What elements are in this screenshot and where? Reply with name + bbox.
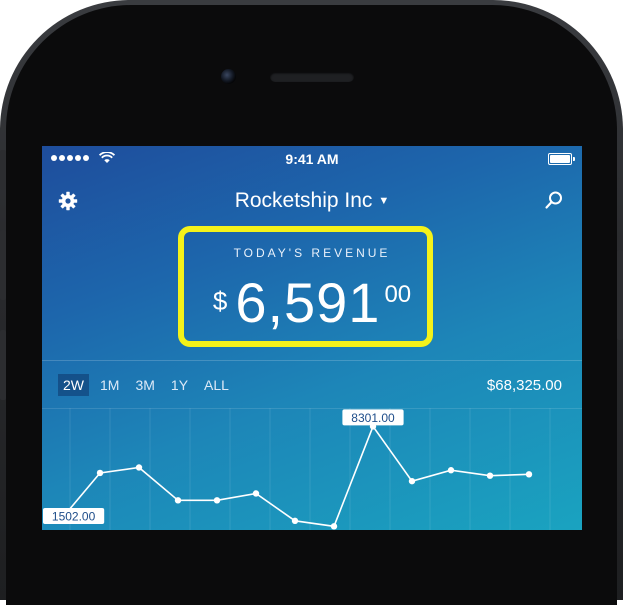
revenue-amount: $6,591 00 <box>42 270 582 335</box>
range-tab-1m[interactable]: 1M <box>95 374 124 396</box>
company-selector[interactable]: Rocketship Inc ▼ <box>42 189 582 213</box>
battery-icon <box>548 153 575 165</box>
status-bar: 9:41 AM <box>42 146 582 172</box>
nav-bar: Rocketship Inc ▼ <box>42 182 582 218</box>
search-icon[interactable] <box>544 190 564 210</box>
revenue-currency: $ <box>212 286 228 316</box>
data-point[interactable] <box>408 477 416 485</box>
data-point[interactable] <box>447 467 455 474</box>
status-time: 9:41 AM <box>285 151 339 167</box>
revenue-label: TODAY'S REVENUE <box>233 246 391 260</box>
data-point[interactable] <box>213 497 221 504</box>
svg-text:8301.00: 8301.00 <box>351 411 395 425</box>
time-range-tabs: 2W 1M 3M 1Y ALL <box>58 374 234 396</box>
data-point[interactable] <box>174 497 182 504</box>
power-button <box>617 250 623 340</box>
revenue-line-chart: 1502.00 8301.00 <box>43 408 551 530</box>
revenue-value: 6,591 <box>235 271 381 334</box>
data-point[interactable] <box>525 471 533 478</box>
period-total: $68,325.00 <box>486 377 562 394</box>
range-tab-2w[interactable]: 2W <box>58 374 89 396</box>
front-camera <box>221 69 236 84</box>
range-tab-all[interactable]: ALL <box>199 374 234 396</box>
data-label: 8301.00 <box>342 409 404 426</box>
series-line <box>60 424 530 528</box>
data-point[interactable] <box>135 464 143 471</box>
data-point[interactable] <box>252 490 260 497</box>
app-screen: 9:41 AM Rocketship Inc ▼ TODAY'S REVENUE… <box>42 146 582 530</box>
earpiece-speaker <box>270 72 354 82</box>
company-name: Rocketship Inc <box>234 189 373 212</box>
revenue-cents: 00 <box>384 281 412 308</box>
data-label: 1502.00 <box>43 508 105 524</box>
data-point[interactable] <box>330 523 338 530</box>
chevron-down-icon: ▼ <box>378 195 390 207</box>
data-point[interactable] <box>486 472 494 479</box>
svg-text:1502.00: 1502.00 <box>52 510 96 524</box>
range-tab-3m[interactable]: 3M <box>130 374 159 396</box>
data-point[interactable] <box>291 517 299 525</box>
divider <box>42 360 582 361</box>
range-tab-1y[interactable]: 1Y <box>166 374 193 396</box>
data-point[interactable] <box>96 469 104 477</box>
